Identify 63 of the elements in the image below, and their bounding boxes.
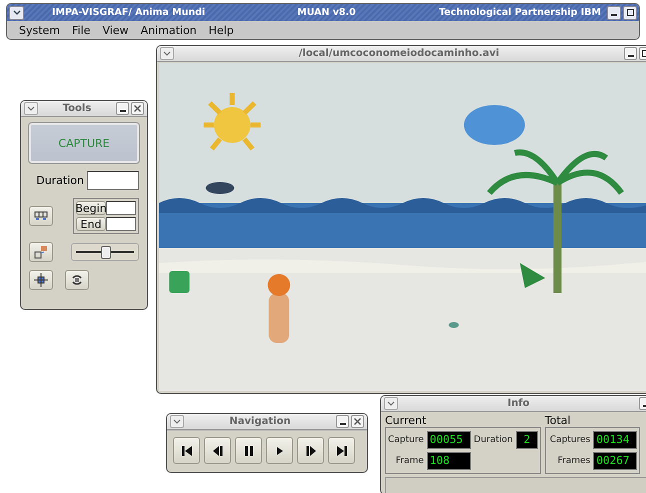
menu-item[interactable]: System — [13, 24, 66, 36]
capture-label: Capture — [388, 435, 424, 445]
minimize-icon — [120, 110, 126, 112]
begin-field[interactable] — [106, 201, 136, 215]
grid-button[interactable] — [29, 206, 53, 226]
window-menu-icon[interactable] — [160, 47, 174, 60]
frame-counter: 108 — [426, 452, 471, 470]
close-icon — [354, 418, 361, 425]
minimize-button[interactable] — [336, 415, 349, 428]
duration-field[interactable] — [87, 171, 139, 190]
window-title: Tools — [62, 103, 92, 114]
window-title: Navigation — [228, 416, 292, 427]
partner-text: Technological Partnership IBM — [438, 7, 601, 18]
current-heading: Current — [385, 414, 428, 427]
next-button[interactable] — [297, 437, 324, 464]
cycle-button[interactable] — [65, 270, 89, 290]
minimize-icon — [611, 14, 617, 16]
frame-label: Frame — [394, 456, 424, 466]
close-button[interactable] — [131, 102, 144, 115]
frames-label: Frames — [556, 456, 590, 466]
total-heading: Total — [544, 414, 572, 427]
menu-item[interactable]: Help — [202, 24, 240, 36]
window-title: Info — [506, 398, 531, 409]
window-menu-icon[interactable] — [24, 102, 38, 115]
end-button[interactable]: End — [76, 217, 106, 231]
capture-counter: 00055 — [426, 431, 471, 449]
captures-counter: 00134 — [593, 431, 638, 449]
menu-item[interactable]: Animation — [134, 24, 203, 36]
prev-button[interactable] — [204, 437, 231, 464]
frames-counter: 00267 — [593, 452, 638, 470]
window-title: /local/umcoconomeiodocaminho.avi — [298, 48, 500, 59]
begin-button[interactable]: Begin — [76, 201, 106, 215]
window-menu-icon[interactable] — [384, 397, 398, 410]
duration-label: Duration — [474, 435, 513, 445]
window-menu-icon[interactable] — [9, 6, 24, 20]
maximize-button[interactable] — [623, 6, 637, 20]
minimize-icon — [628, 54, 634, 56]
slider-thumb[interactable] — [101, 246, 111, 259]
last-button[interactable] — [328, 437, 355, 464]
pause-button[interactable] — [235, 437, 262, 464]
duration-label: Duration — [36, 174, 84, 187]
minimize-icon — [340, 422, 346, 424]
move-icon — [33, 272, 49, 288]
app-title: IMPA-VISGRAF/ Anima Mundi — [51, 7, 206, 18]
minimize-button[interactable] — [116, 102, 129, 115]
window-menu-icon[interactable] — [170, 415, 184, 428]
menu-item[interactable]: File — [66, 24, 96, 36]
close-icon — [134, 105, 141, 112]
app-version: MUAN v8.0 — [296, 7, 357, 18]
minimize-button[interactable] — [607, 6, 621, 20]
slider[interactable] — [71, 243, 139, 261]
duration-counter: 2 — [516, 431, 538, 449]
close-button[interactable] — [351, 415, 364, 428]
end-field[interactable] — [106, 217, 136, 231]
maximize-icon — [626, 9, 634, 16]
copy-button[interactable] — [29, 242, 53, 262]
first-button[interactable] — [173, 437, 200, 464]
minimize-button[interactable] — [624, 47, 637, 60]
captures-label: Captures — [550, 435, 590, 445]
copy-icon — [33, 244, 49, 260]
play-button[interactable] — [266, 437, 293, 464]
menu-item[interactable]: View — [96, 24, 135, 36]
move-button[interactable] — [29, 270, 53, 290]
